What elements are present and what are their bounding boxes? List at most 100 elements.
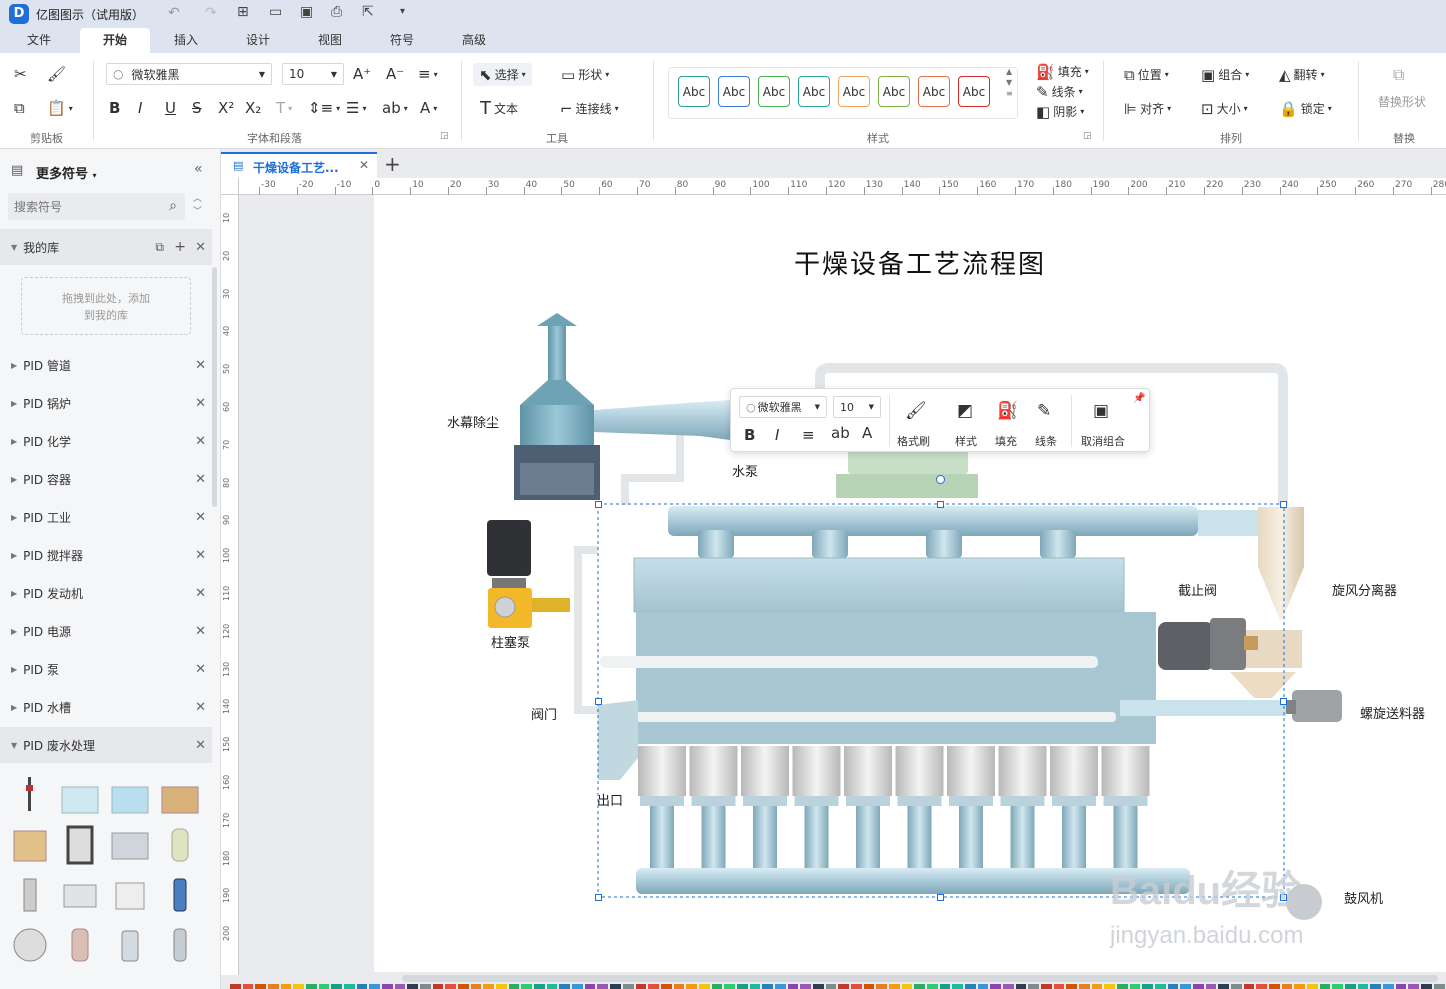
resize-handle[interactable]: [595, 501, 602, 508]
close-icon[interactable]: ✕: [195, 700, 206, 715]
palette-swatch[interactable]: [838, 984, 849, 989]
palette-swatch[interactable]: [293, 984, 305, 989]
palette-swatch[interactable]: [724, 984, 735, 989]
palette-swatch[interactable]: [1180, 984, 1192, 989]
label-outlet[interactable]: 出口: [597, 790, 623, 809]
palette-swatch[interactable]: [622, 984, 634, 989]
palette-swatch[interactable]: [1142, 984, 1154, 989]
palette-swatch[interactable]: [673, 984, 685, 989]
palette-swatch[interactable]: [597, 984, 609, 989]
new-icon[interactable]: ⊞: [237, 4, 249, 20]
font-name-select[interactable]: ○ 微软雅黑 ▼: [106, 63, 272, 85]
label-screw-feeder[interactable]: 螺旋送料器: [1360, 703, 1425, 722]
flip-button[interactable]: ◭ 翻转 ▾: [1279, 66, 1325, 83]
palette-swatch[interactable]: [280, 984, 292, 989]
tab-file[interactable]: 文件: [4, 28, 74, 53]
cut-icon[interactable]: ✂: [14, 66, 27, 82]
palette-swatch[interactable]: [926, 984, 938, 989]
search-icon[interactable]: ⌕: [169, 198, 177, 214]
symbol-filter-press[interactable]: [60, 825, 100, 865]
palette-swatch[interactable]: [1041, 984, 1052, 989]
palette-swatch[interactable]: [990, 984, 1001, 989]
quick-access-dropdown-icon[interactable]: ▾: [400, 6, 405, 17]
replace-shape-icon[interactable]: ⧉: [1393, 65, 1404, 85]
close-icon[interactable]: ✕: [195, 358, 206, 373]
horizontal-scrollbar[interactable]: [402, 975, 1438, 982]
palette-swatch[interactable]: [1066, 984, 1078, 989]
scroll-arrows-icon[interactable]: ︿ ﹀: [193, 193, 202, 219]
color-palette-strip[interactable]: [230, 984, 1446, 989]
palette-swatch[interactable]: [901, 984, 913, 989]
palette-swatch[interactable]: [1104, 984, 1116, 989]
palette-swatch[interactable]: [394, 984, 406, 989]
float-align-icon[interactable]: ≡: [802, 426, 815, 444]
strikethrough-icon[interactable]: S: [192, 100, 202, 116]
label-dust-remover[interactable]: 水幕除尘: [447, 412, 499, 431]
resize-handle[interactable]: [937, 501, 944, 508]
palette-swatch[interactable]: [420, 984, 431, 989]
library-item[interactable]: ▶ PID 发动机 ✕: [0, 575, 212, 611]
format-brush-label[interactable]: 格式刷: [897, 433, 930, 449]
label-valve[interactable]: 阀门: [531, 704, 557, 723]
symbol-tank-sludge[interactable]: [160, 779, 200, 819]
dialog-launcher-icon[interactable]: ◲: [440, 131, 449, 141]
close-icon[interactable]: ✕: [195, 240, 206, 255]
format-brush-icon[interactable]: 🖌: [905, 401, 927, 421]
palette-swatch[interactable]: [546, 984, 558, 989]
palette-swatch[interactable]: [787, 984, 799, 989]
export-icon[interactable]: ⇱: [362, 4, 374, 20]
palette-swatch[interactable]: [1294, 984, 1306, 989]
line-button[interactable]: ✎ 线条 ▾: [1036, 83, 1083, 100]
resize-handle[interactable]: [595, 894, 602, 901]
resize-handle[interactable]: [1280, 698, 1287, 705]
size-button[interactable]: ⊡ 大小 ▾: [1201, 100, 1248, 117]
tab-design[interactable]: 设计: [223, 28, 293, 53]
palette-swatch[interactable]: [1218, 984, 1230, 989]
palette-swatch[interactable]: [648, 984, 659, 989]
shutoff-valve-motor[interactable]: [1158, 618, 1258, 670]
symbol-column[interactable]: [160, 825, 200, 865]
library-item[interactable]: ▶ PID 电源 ✕: [0, 613, 212, 649]
style-preset-5[interactable]: Abc: [838, 76, 870, 107]
resize-handle[interactable]: [595, 698, 602, 705]
dialog-launcher-icon[interactable]: ◲: [1083, 131, 1092, 141]
font-color-icon[interactable]: A ▾: [420, 100, 437, 116]
palette-swatch[interactable]: [483, 984, 495, 989]
palette-swatch[interactable]: [382, 984, 393, 989]
symbol-dosing[interactable]: [10, 875, 50, 915]
palette-swatch[interactable]: [508, 984, 520, 989]
redo-icon[interactable]: ↷: [205, 5, 217, 21]
close-icon[interactable]: ✕: [195, 434, 206, 449]
lock-button[interactable]: 🔒 锁定 ▾: [1279, 100, 1332, 117]
palette-swatch[interactable]: [610, 984, 621, 989]
palette-swatch[interactable]: [356, 984, 368, 989]
palette-swatch[interactable]: [1015, 984, 1027, 989]
align-button[interactable]: ⊫ 对齐 ▾: [1124, 100, 1171, 117]
style-preset-4[interactable]: Abc: [798, 76, 830, 107]
palette-swatch[interactable]: [432, 984, 444, 989]
style-icon[interactable]: ◩: [957, 401, 973, 421]
label-shutoff-valve[interactable]: 截止阀: [1178, 580, 1217, 599]
palette-swatch[interactable]: [686, 984, 697, 989]
style-preset-8[interactable]: Abc: [958, 76, 990, 107]
close-icon[interactable]: ✕: [195, 586, 206, 601]
palette-swatch[interactable]: [939, 984, 951, 989]
label-water-pump[interactable]: 水泵: [732, 461, 758, 480]
tab-advanced[interactable]: 高级: [439, 28, 509, 53]
line-label-float[interactable]: 线条: [1035, 433, 1057, 449]
symbol-filter[interactable]: [160, 925, 200, 965]
palette-swatch[interactable]: [1269, 984, 1280, 989]
palette-swatch[interactable]: [255, 984, 267, 989]
close-tab-icon[interactable]: ✕: [359, 158, 369, 172]
font-size-select[interactable]: 10 ▼: [282, 63, 344, 85]
float-highlight-icon[interactable]: ab: [831, 424, 850, 442]
subscript-icon[interactable]: X₂: [245, 100, 261, 116]
diagram-drawing[interactable]: [374, 195, 1446, 972]
palette-swatch[interactable]: [850, 984, 862, 989]
style-preset-3[interactable]: Abc: [758, 76, 790, 107]
float-size-select[interactable]: 10 ▼: [833, 396, 881, 418]
symbol-cabinet[interactable]: [110, 875, 150, 915]
superscript-icon[interactable]: X²: [218, 100, 234, 116]
paragraph-align-icon[interactable]: ≡ ▾: [418, 66, 438, 82]
symbol-search-box[interactable]: ⌕: [8, 193, 185, 220]
